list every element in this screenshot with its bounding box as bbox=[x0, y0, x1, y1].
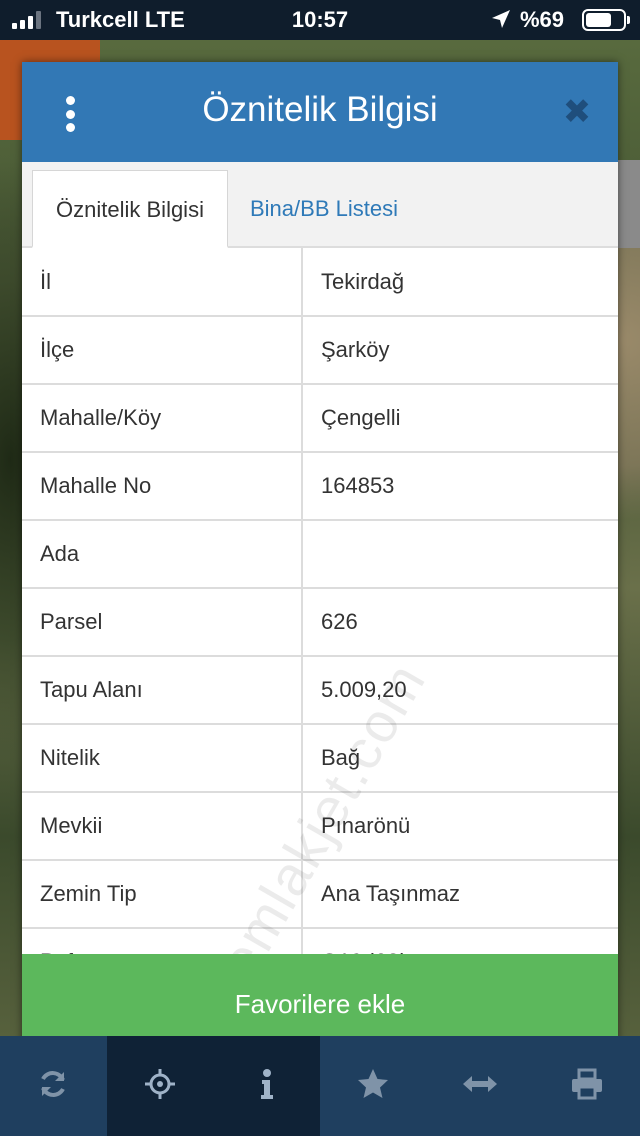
row-key: Mahalle/Köy bbox=[22, 384, 303, 453]
row-value: G19d03b bbox=[302, 928, 618, 954]
locate-button[interactable] bbox=[106, 1036, 214, 1136]
table-row: Ada bbox=[22, 520, 618, 589]
tab-building-list[interactable]: Bina/BB Listesi bbox=[232, 170, 416, 248]
row-value: Şarköy bbox=[302, 316, 618, 385]
row-key: Ada bbox=[22, 520, 303, 589]
table-row: PaftasıG19d03b bbox=[22, 928, 618, 954]
battery-icon bbox=[582, 9, 630, 31]
row-key: Mahalle No bbox=[22, 452, 303, 521]
row-key: İl bbox=[22, 248, 303, 317]
table-row: Tapu Alanı 5.009,20 bbox=[22, 656, 618, 725]
table-row: Mahalle/Köy Çengelli bbox=[22, 384, 618, 453]
location-arrow-icon bbox=[490, 8, 512, 36]
row-key: Tapu Alanı bbox=[22, 656, 303, 725]
star-icon bbox=[356, 1067, 390, 1106]
row-key: Mevkii bbox=[22, 792, 303, 861]
row-value: Çengelli bbox=[302, 384, 618, 453]
attribute-table-scroll[interactable]: İl Tekirdağ İlçe Şarköy Mahalle/Köy Çengell… bbox=[22, 248, 618, 954]
close-icon[interactable]: ✖ bbox=[562, 92, 592, 132]
row-value: 164853 bbox=[302, 452, 618, 521]
refresh-icon bbox=[36, 1067, 70, 1106]
modal-title: Öznitelik Bilgisi bbox=[202, 90, 438, 129]
table-row: Mahalle No 164853 bbox=[22, 452, 618, 521]
favorites-button[interactable] bbox=[320, 1036, 427, 1136]
info-button[interactable] bbox=[213, 1036, 321, 1136]
row-value: 626 bbox=[302, 588, 618, 657]
battery-percentage: %69 bbox=[520, 7, 565, 32]
table-row: İl Tekirdağ bbox=[22, 248, 618, 317]
row-value: Tekirdağ bbox=[302, 248, 618, 317]
tab-bar: Öznitelik Bilgisi Bina/BB Listesi bbox=[22, 162, 618, 248]
table-row: İlçe Şarköy bbox=[22, 316, 618, 385]
status-bar: Turkcell LTE 10:57 %69 bbox=[0, 0, 640, 40]
print-button[interactable] bbox=[533, 1036, 640, 1136]
row-key: İlçe bbox=[22, 316, 303, 385]
bottom-toolbar bbox=[0, 1036, 640, 1136]
row-value bbox=[302, 520, 618, 589]
crosshair-icon bbox=[143, 1067, 177, 1106]
table-row: Parsel 626 bbox=[22, 588, 618, 657]
attribute-info-modal: Öznitelik Bilgisi ✖ Öznitelik Bilgisi Bi… bbox=[22, 62, 618, 1054]
row-key: Parsel bbox=[22, 588, 303, 657]
tab-attribute-info[interactable]: Öznitelik Bilgisi bbox=[32, 170, 228, 248]
modal-header: Öznitelik Bilgisi ✖ bbox=[22, 62, 618, 162]
refresh-button[interactable] bbox=[0, 1036, 107, 1136]
measure-arrows-icon bbox=[462, 1074, 498, 1099]
row-key: Nitelik bbox=[22, 724, 303, 793]
info-icon bbox=[257, 1067, 277, 1106]
print-icon bbox=[570, 1067, 604, 1106]
measure-button[interactable] bbox=[427, 1036, 534, 1136]
battery-fill bbox=[586, 13, 611, 27]
row-value: Ana Taşınmaz bbox=[302, 860, 618, 929]
